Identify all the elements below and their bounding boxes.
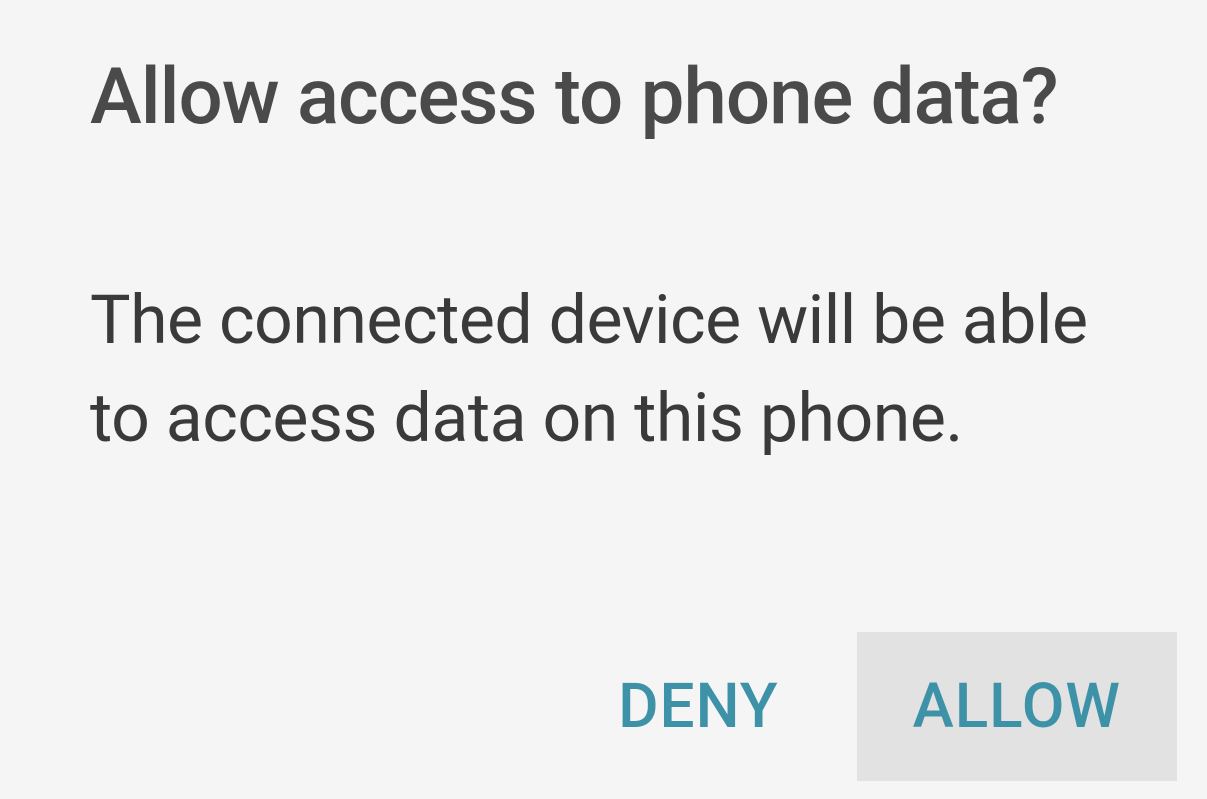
dialog-button-row: DENY ALLOW (570, 632, 1177, 781)
permission-dialog: Allow access to phone data? The connecte… (0, 0, 1207, 799)
dialog-title: Allow access to phone data? (90, 55, 1117, 141)
allow-button[interactable]: ALLOW (857, 632, 1177, 781)
deny-button[interactable]: DENY (570, 638, 827, 775)
dialog-body: The connected device will be able to acc… (90, 271, 1117, 468)
